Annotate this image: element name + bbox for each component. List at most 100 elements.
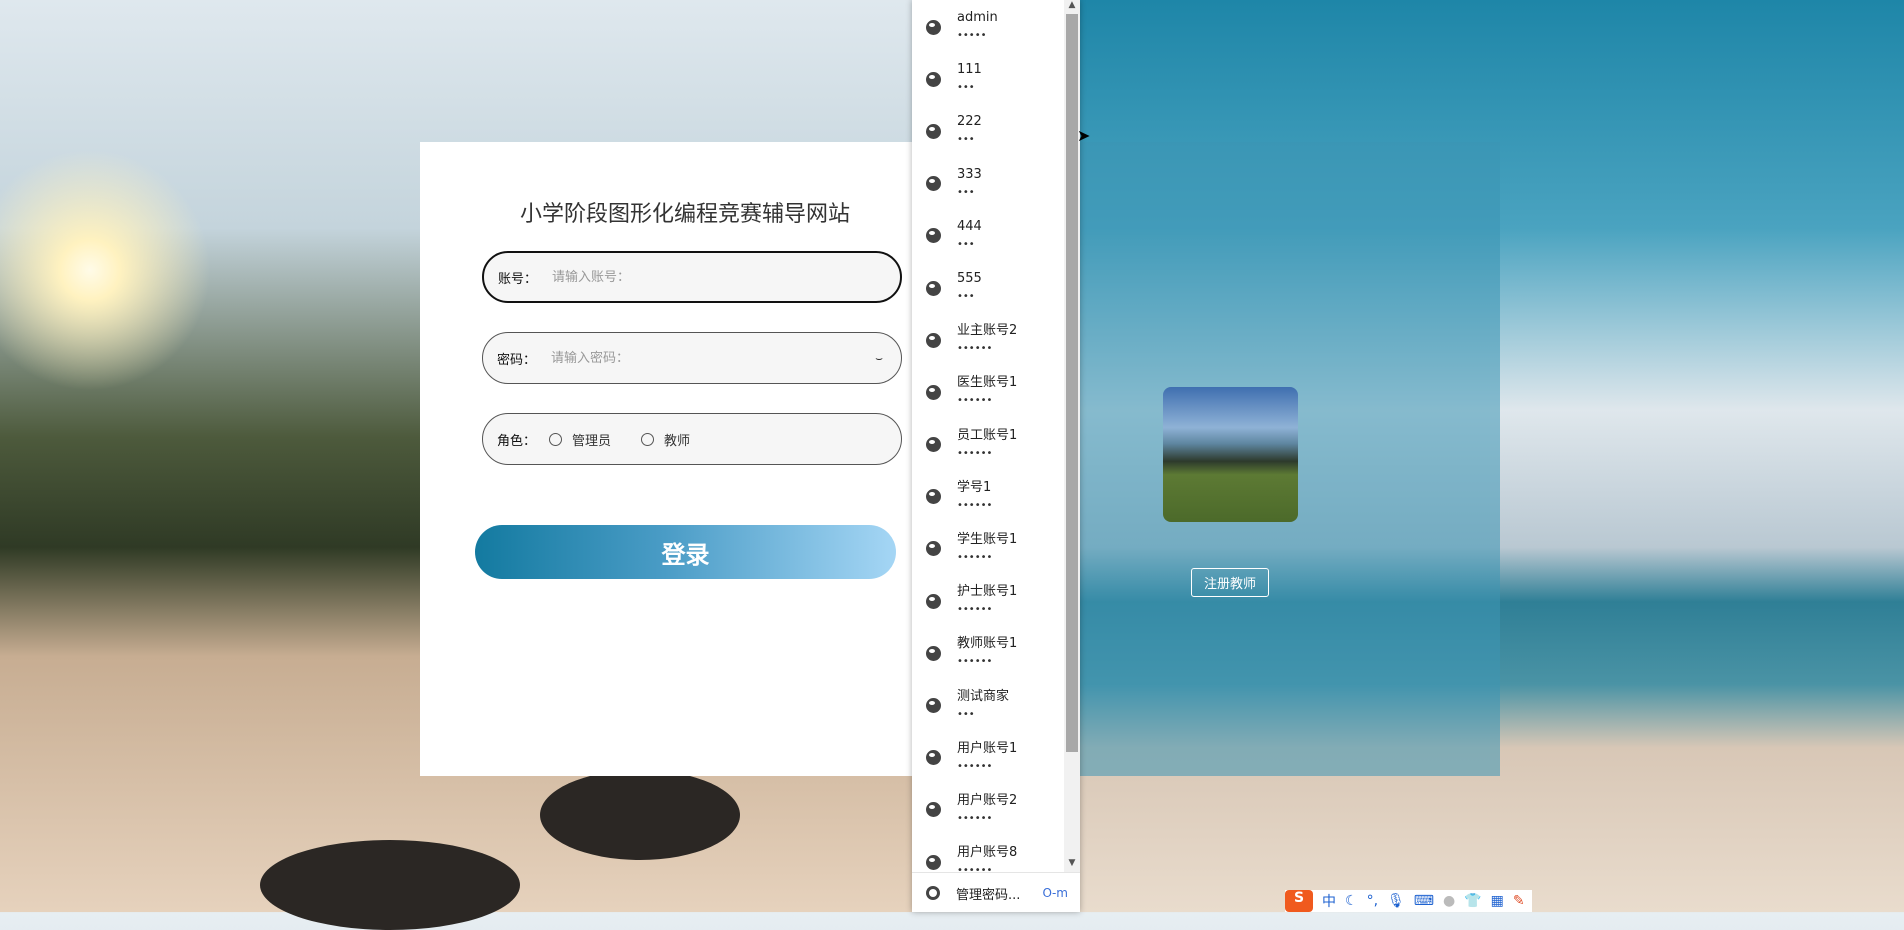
account-label: 账号： [498,271,538,287]
autofill-username: 用户账号1 [957,740,1018,756]
autofill-password: ••••• [957,30,987,42]
globe-icon [926,698,941,714]
mouse-cursor: ➤ [1077,126,1091,145]
autofill-password: •••••• [957,499,993,511]
autofill-item[interactable]: 测试商家 ••• [912,678,1064,730]
sogou-logo[interactable]: S [1285,890,1313,912]
page-title: 小学阶段图形化编程竞赛辅导网站 [519,202,850,227]
login-button[interactable]: 登录 [475,525,896,579]
role-radio-teacher[interactable]: 教师 [641,430,690,449]
background-rock [540,770,740,860]
autofill-password: •••••• [957,865,993,872]
autofill-username: 用户账号2 [957,792,1018,808]
scrollbar-thumb[interactable] [1066,14,1078,752]
autofill-username: 333 [957,166,982,182]
autofill-item[interactable]: 333 ••• [912,157,1064,209]
autofill-password: •••••• [957,551,993,563]
globe-icon [926,541,941,557]
microphone-icon[interactable]: 🎙 [1387,893,1405,909]
autofill-username: 444 [957,218,982,234]
account-field[interactable]: 账号： [482,251,902,303]
globe-icon [926,19,941,35]
ime-toolbar: S 中 ☾ °, 🎙 ⌨ ● 👕 ▦ ✎ [1285,890,1532,912]
autofill-password: •••••• [957,812,993,824]
eye-closed-icon[interactable]: ⌣ [875,351,883,366]
autofill-password: ••• [957,238,975,250]
autofill-username: 测试商家 [957,688,1010,704]
globe-icon [926,176,941,192]
globe-icon [926,71,941,87]
globe-icon [926,489,941,505]
autofill-username: 护士账号1 [957,584,1018,600]
apps-icon[interactable]: ▦ [1491,893,1504,909]
skin-icon[interactable]: 👕 [1464,893,1481,909]
autofill-password: ••• [957,708,975,720]
role-radio-admin[interactable]: 管理员 [549,430,611,449]
password-input[interactable] [549,349,876,367]
autofill-item[interactable]: 111 ••• [912,52,1064,104]
ime-mode-toggle[interactable]: 中 [1322,891,1336,911]
autofill-password: •••••• [957,343,993,355]
user-icon[interactable]: ● [1443,893,1455,909]
password-field[interactable]: 密码： ⌣ [482,332,902,384]
autofill-item[interactable]: 学号1 •••••• [912,470,1064,522]
autofill-password: •••••• [957,656,993,668]
globe-icon [926,593,941,609]
autofill-password: ••• [957,291,975,303]
autofill-item[interactable]: 用户账号1 •••••• [912,731,1064,783]
autofill-username: 111 [957,62,982,78]
globe-icon [926,802,941,818]
autofill-item[interactable]: 业主账号2 •••••• [912,313,1064,365]
keyboard-icon[interactable]: ⌨ [1414,893,1434,909]
autofill-item[interactable]: admin ••••• [912,0,1064,52]
autofill-item[interactable]: 444 ••• [912,209,1064,261]
globe-icon [926,645,941,661]
autofill-username: 学生账号1 [957,531,1018,547]
autofill-username: 业主账号2 [957,323,1018,339]
globe-icon [926,384,941,400]
autofill-username: 555 [957,271,982,287]
globe-icon [926,437,941,453]
autofill-item[interactable]: 555 ••• [912,261,1064,313]
chrome-icon [926,886,940,900]
tools-icon[interactable]: ✎ [1513,893,1525,909]
autofill-list: admin ••••• 111 ••• 222 ••• 333 ••• 444 ••• 555 •••… [912,0,1064,872]
globe-icon [926,280,941,296]
autofill-password: •••••• [957,395,993,407]
autofill-password: •••••• [957,604,993,616]
scroll-down-icon[interactable]: ▼ [1064,858,1080,872]
autofill-username: 用户账号8 [957,845,1018,861]
globe-icon [926,854,941,870]
autofill-item[interactable]: 222 ••• [912,104,1064,156]
moon-icon[interactable]: ☾ [1345,893,1358,909]
autofill-password: ••• [957,82,975,94]
autofill-password: ••• [957,186,975,198]
autofill-password: •••••• [957,447,993,459]
manage-passwords-item[interactable]: 管理密码... O‑m [912,872,1080,913]
autofill-username: 员工账号1 [957,427,1018,443]
role-teacher-label: 教师 [664,433,691,449]
autofill-item[interactable]: 用户账号8 •••••• [912,835,1064,872]
autofill-username: admin [957,10,998,26]
scroll-up-icon[interactable]: ▲ [1064,0,1080,14]
account-input[interactable] [550,268,900,286]
autofill-item[interactable]: 医生账号1 •••••• [912,365,1064,417]
punctuation-icon[interactable]: °, [1367,893,1378,909]
autofill-password: •••••• [957,760,993,772]
globe-icon [926,228,941,244]
key-icon: O‑m [1042,886,1068,900]
globe-icon [926,332,941,348]
autofill-password: ••• [957,134,975,146]
globe-icon [926,750,941,766]
autofill-item[interactable]: 教师账号1 •••••• [912,626,1064,678]
role-label: 角色： [497,433,537,449]
autofill-item[interactable]: 员工账号1 •••••• [912,418,1064,470]
autofill-username: 学号1 [957,479,992,495]
autofill-item[interactable]: 护士账号1 •••••• [912,574,1064,626]
autofill-item[interactable]: 学生账号1 •••••• [912,522,1064,574]
register-teacher-button[interactable]: 注册教师 [1191,568,1269,597]
autofill-item[interactable]: 用户账号2 •••••• [912,783,1064,835]
role-admin-label: 管理员 [572,433,612,449]
manage-passwords-label: 管理密码... [956,887,1021,903]
avatar-image [1163,387,1298,522]
